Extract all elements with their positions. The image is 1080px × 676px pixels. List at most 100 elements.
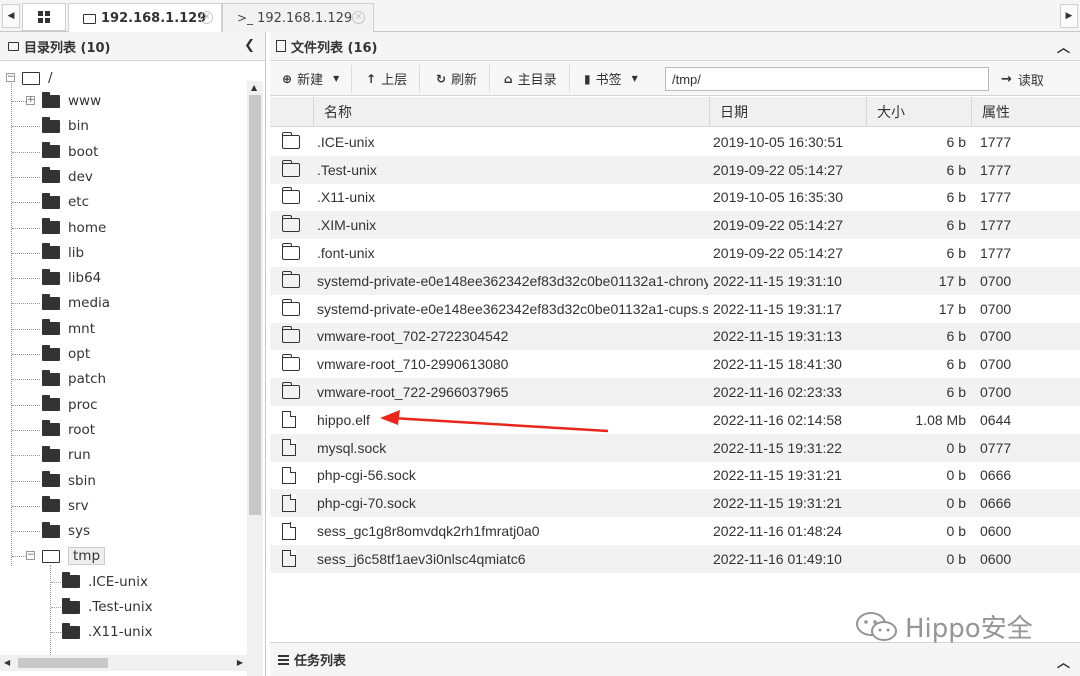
tree-node-srv[interactable]: srv: [42, 495, 89, 517]
file-name-cell[interactable]: vmware-root_702-2722304542: [317, 323, 708, 351]
new-button[interactable]: ⊕ 新建 ▼: [274, 65, 352, 92]
tree-node-home[interactable]: home: [42, 217, 106, 239]
close-tab-icon[interactable]: ×: [352, 11, 365, 24]
tree-horizontal-scrollbar[interactable]: ◀ ▶: [0, 655, 247, 671]
tree-node-bin[interactable]: bin: [42, 115, 89, 137]
file-name-cell[interactable]: vmware-root_722-2966037965: [317, 378, 708, 406]
scrollbar-thumb[interactable]: [249, 95, 261, 515]
table-row[interactable]: vmware-root_702-2722304542 2022-11-15 19:…: [270, 322, 1080, 351]
table-row[interactable]: vmware-root_710-2990613080 2022-11-15 18:…: [270, 350, 1080, 378]
table-row[interactable]: .X11-unix 2019-10-05 16:35:30 6 b 1777: [270, 184, 1080, 212]
expand-toggle-icon[interactable]: −: [26, 551, 35, 561]
scrollbar-thumb[interactable]: [18, 658, 108, 668]
table-row[interactable]: sess_j6c58tf1aev3i0nlsc4qmiatc6 2022-11-1…: [270, 545, 1080, 573]
table-row[interactable]: .XIM-unix 2019-09-22 05:14:27 6 b 1777: [270, 211, 1080, 240]
home-dir-button[interactable]: ⌂ 主目录: [496, 65, 570, 92]
file-name-cell[interactable]: hippo.elf: [317, 406, 708, 434]
folder-icon: [42, 496, 60, 513]
tree-node-media[interactable]: media: [42, 292, 110, 314]
tree-node-tmp[interactable]: tmp: [42, 545, 106, 567]
file-date-cell: 2022-11-15 19:31:10: [713, 272, 842, 289]
up-level-button[interactable]: ↑ 上层: [358, 65, 420, 92]
tab-label: 192.168.1.129: [257, 10, 353, 26]
file-size-cell: 6 b: [946, 356, 966, 373]
file-type-cell: [282, 434, 306, 462]
table-row[interactable]: php-cgi-56.sock 2022-11-15 19:31:21 0 b 066…: [270, 462, 1080, 490]
table-row[interactable]: sess_gc1g8r8omvdqk2rh1fmratj0a0 2022-11-1…: [270, 517, 1080, 545]
table-row[interactable]: systemd-private-e0e148ee362342ef83d32c0b…: [270, 267, 1080, 295]
file-name-cell[interactable]: vmware-root_710-2990613080: [317, 350, 708, 378]
file-name-cell[interactable]: systemd-private-e0e148ee362342ef83d32c0b…: [317, 295, 708, 323]
tab-scroll-left-button[interactable]: ◀: [2, 4, 20, 28]
table-row[interactable]: .Test-unix 2019-09-22 05:14:27 6 b 1777: [270, 155, 1080, 184]
path-input[interactable]: [665, 67, 989, 91]
expand-up-button[interactable]: ︿: [1057, 652, 1070, 671]
file-name-cell[interactable]: php-cgi-56.sock: [317, 462, 708, 490]
tree-guide-line: [12, 354, 40, 355]
file-name-cell[interactable]: sess_j6c58tf1aev3i0nlsc4qmiatc6: [317, 545, 708, 573]
tree-node-opt[interactable]: opt: [42, 343, 90, 365]
tree-node-etc[interactable]: etc: [42, 191, 89, 213]
table-row[interactable]: php-cgi-70.sock 2022-11-15 19:31:21 0 b 066…: [270, 489, 1080, 518]
bookmark-button[interactable]: ▮ 书签 ▼: [576, 65, 656, 92]
file-name-cell[interactable]: mysql.sock: [317, 434, 708, 462]
file-name-cell[interactable]: .XIM-unix: [317, 211, 708, 239]
file-name-cell[interactable]: .ICE-unix: [317, 128, 708, 156]
tab-file-manager[interactable]: 192.168.1.129 ×: [68, 3, 222, 33]
folder-icon: [42, 521, 60, 538]
scroll-up-icon[interactable]: ▲: [251, 83, 257, 92]
file-name-cell[interactable]: .X11-unix: [317, 184, 708, 212]
tree-node-tmp-child[interactable]: .ICE-unix: [62, 571, 148, 593]
tab-terminal[interactable]: >_ 192.168.1.129 ×: [222, 3, 374, 32]
tree-node-sbin[interactable]: sbin: [42, 470, 96, 492]
file-name-cell[interactable]: sess_gc1g8r8omvdqk2rh1fmratj0a0: [317, 517, 708, 545]
tree-node-root[interactable]: /: [22, 67, 53, 89]
column-header-attr[interactable]: 属性: [971, 97, 1080, 127]
table-row[interactable]: .font-unix 2019-09-22 05:14:27 6 b 1777: [270, 239, 1080, 267]
task-list-bar[interactable]: 任务列表 ︿: [270, 642, 1080, 676]
table-row[interactable]: vmware-root_722-2966037965 2022-11-16 02:…: [270, 378, 1080, 406]
tree-node-dev[interactable]: dev: [42, 166, 93, 188]
directory-panel: 目录列表 (10) ❮ − / + www bin boot dev etc home lib li…: [0, 32, 266, 676]
tree-node-lib[interactable]: lib: [42, 242, 84, 264]
read-button[interactable]: → 读取: [995, 66, 1044, 92]
tree-node-tmp-child[interactable]: .Test-unix: [62, 596, 153, 618]
grid-menu-button[interactable]: [22, 3, 66, 31]
file-name-cell[interactable]: .font-unix: [317, 239, 708, 267]
table-row[interactable]: systemd-private-e0e148ee362342ef83d32c0b…: [270, 295, 1080, 323]
collapse-up-button[interactable]: ︿: [1057, 37, 1070, 56]
file-name-cell[interactable]: .Test-unix: [317, 156, 708, 184]
tree-node-mnt[interactable]: mnt: [42, 318, 95, 340]
tree-node-lib64[interactable]: lib64: [42, 267, 101, 289]
tree-node-www[interactable]: www: [42, 90, 101, 112]
tab-scroll-right-button[interactable]: ▶: [1060, 4, 1078, 28]
file-panel-header: 文件列表 (16) ︿: [270, 32, 1080, 61]
tree-node-label: patch: [68, 371, 107, 388]
table-row[interactable]: .ICE-unix 2019-10-05 16:30:51 6 b 1777: [270, 128, 1080, 156]
file-name-cell[interactable]: systemd-private-e0e148ee362342ef83d32c0b…: [317, 267, 708, 295]
tree-node-root[interactable]: root: [42, 419, 95, 441]
list-icon: [278, 654, 289, 665]
tree-node-boot[interactable]: boot: [42, 141, 98, 163]
refresh-button[interactable]: ↻ 刷新: [428, 65, 490, 92]
tree-node-proc[interactable]: proc: [42, 394, 98, 416]
file-name-cell[interactable]: php-cgi-70.sock: [317, 489, 708, 517]
folder-icon: [282, 131, 300, 149]
tree-node-tmp-child[interactable]: .X11-unix: [62, 621, 152, 643]
table-row[interactable]: hippo.elf 2022-11-16 02:14:58 1.08 Mb 0644: [270, 406, 1080, 434]
expand-toggle-icon[interactable]: +: [26, 96, 35, 105]
close-tab-icon[interactable]: ×: [200, 11, 213, 24]
tree-vertical-scrollbar[interactable]: ▲ ▼: [247, 81, 263, 676]
folder-icon: [42, 445, 60, 462]
scroll-right-icon[interactable]: ▶: [237, 658, 243, 667]
table-row[interactable]: mysql.sock 2022-11-15 19:31:22 0 b 0777: [270, 433, 1080, 462]
tree-node-sys[interactable]: sys: [42, 520, 90, 542]
collapse-panel-button[interactable]: ❮: [244, 38, 255, 53]
tree-node-patch[interactable]: patch: [42, 368, 106, 390]
scroll-left-icon[interactable]: ◀: [4, 658, 10, 667]
column-header-name[interactable]: 名称: [313, 97, 709, 127]
column-header-date[interactable]: 日期: [709, 97, 866, 127]
tree-node-run[interactable]: run: [42, 444, 91, 466]
column-header-size[interactable]: 大小: [866, 97, 971, 127]
folder-icon: [282, 382, 300, 400]
